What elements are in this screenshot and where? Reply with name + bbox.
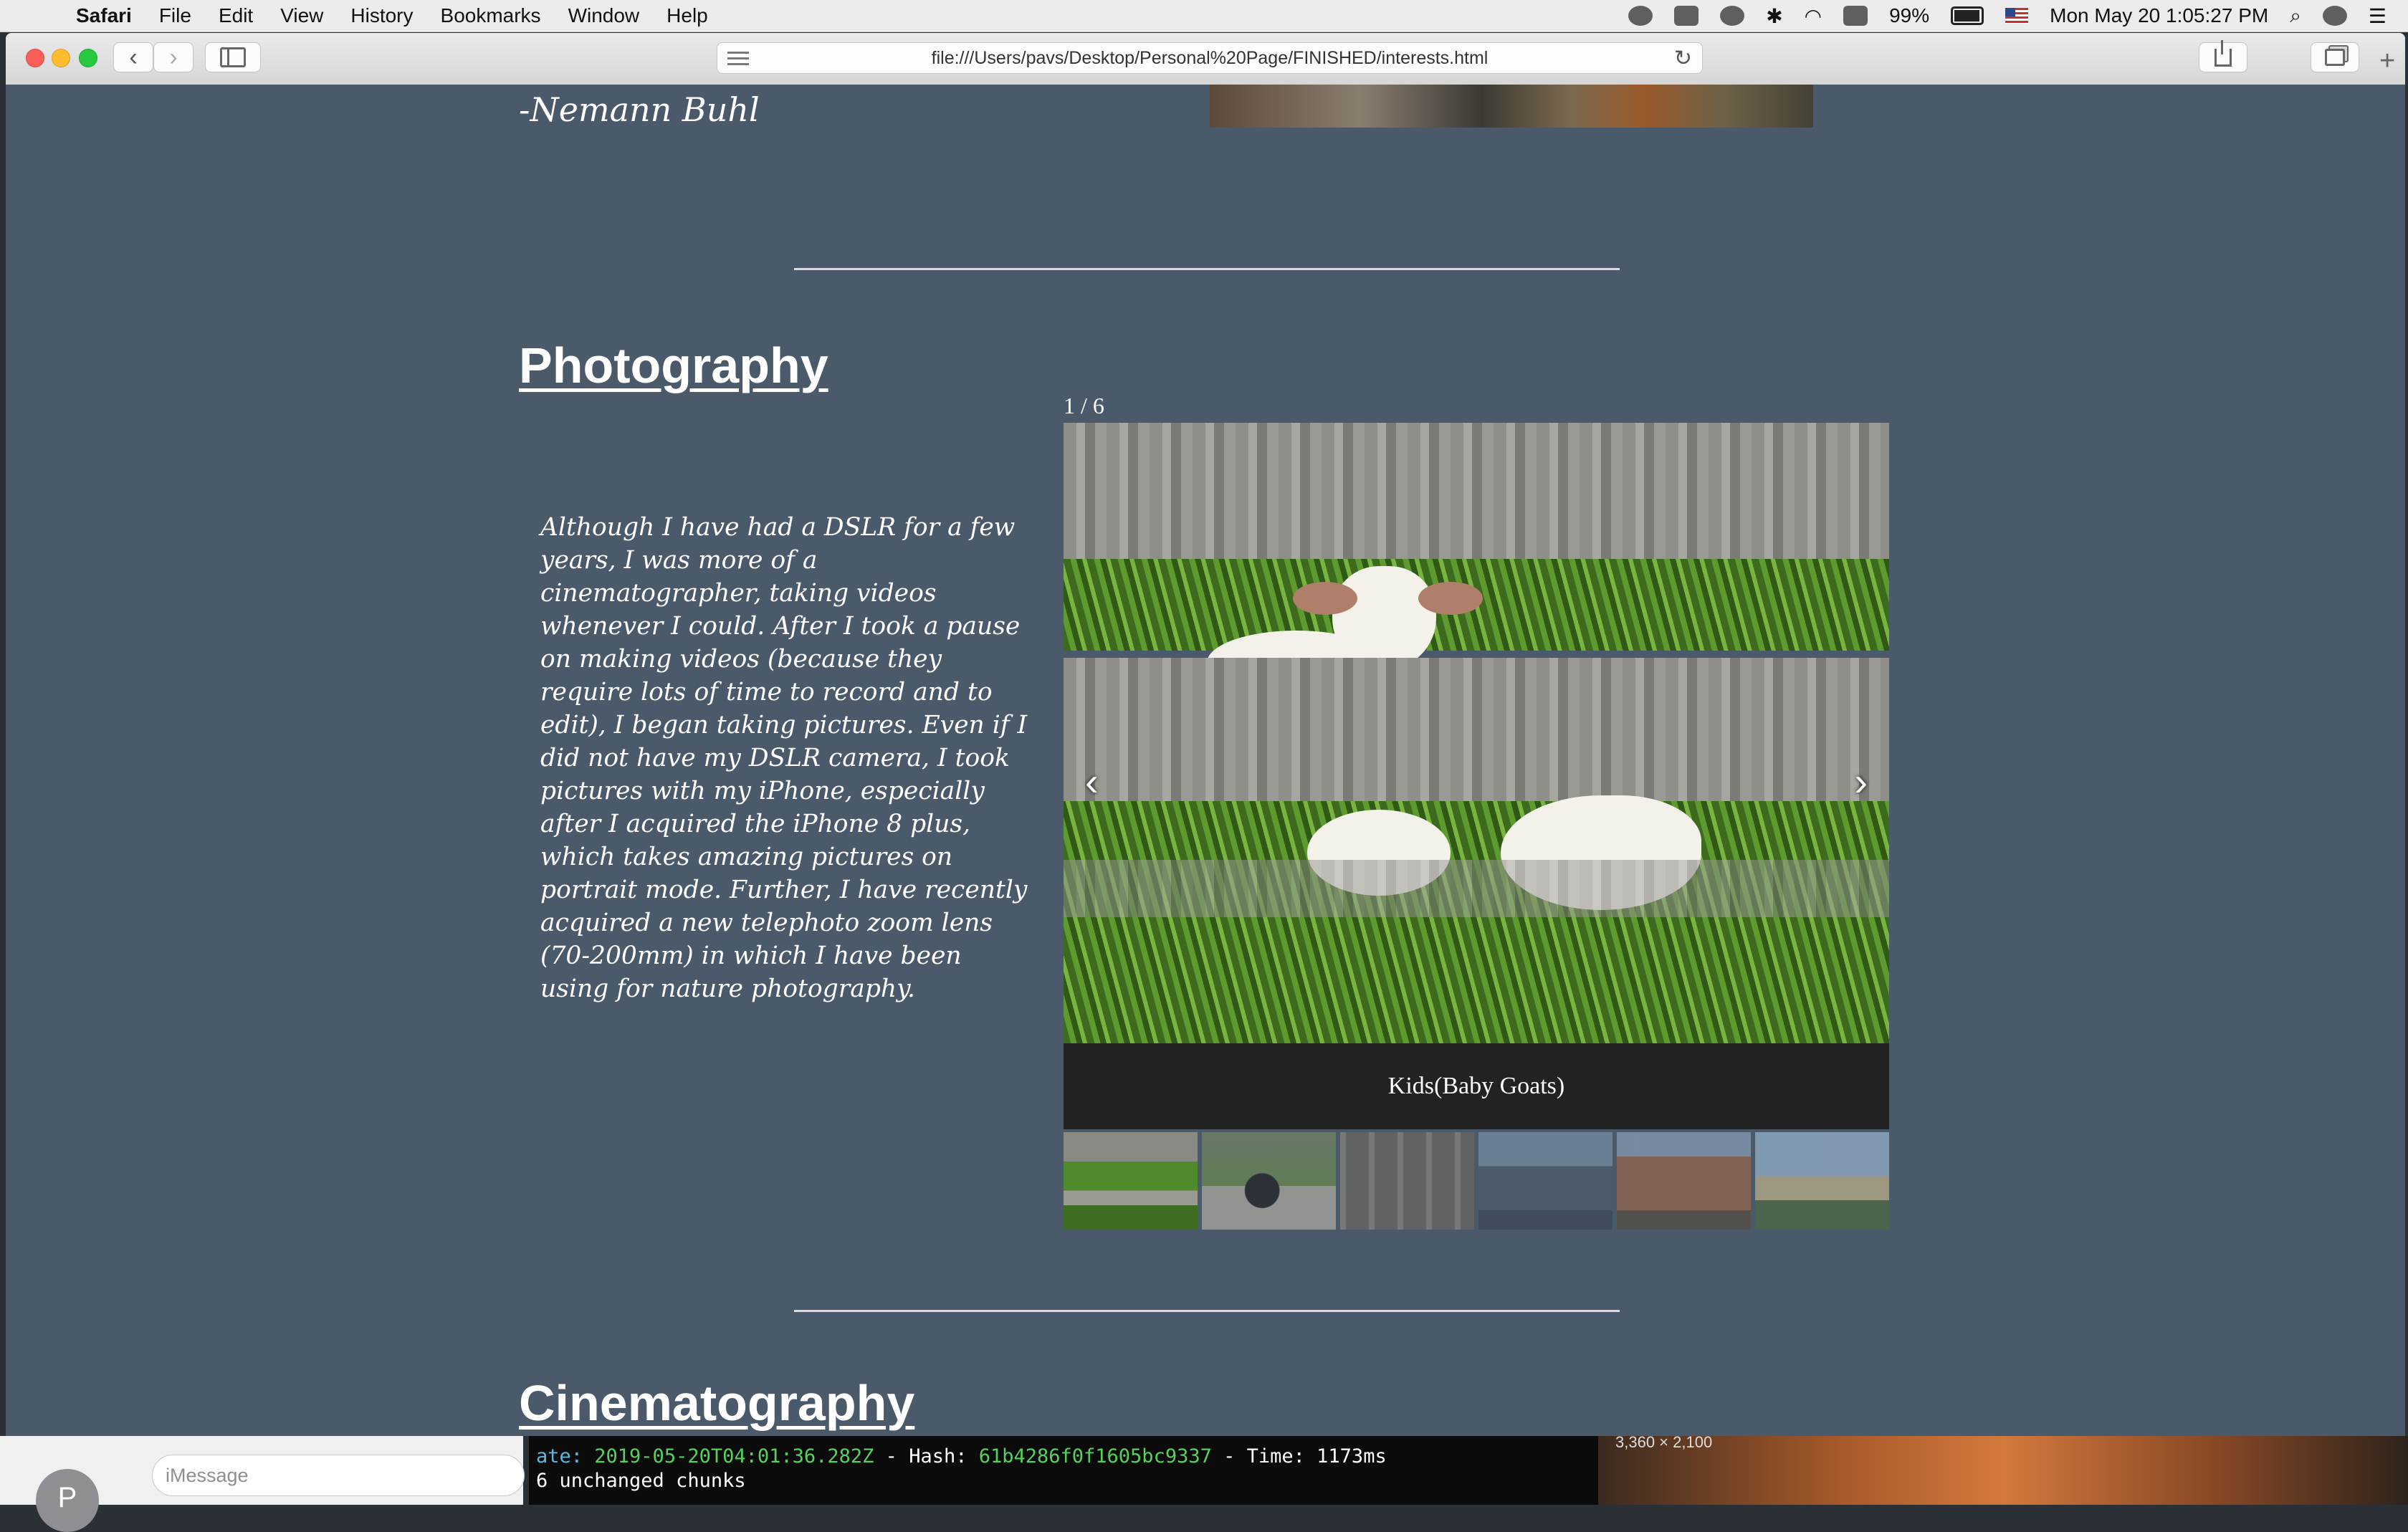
status-tray: ✱ ◠ 99% Mon May 20 1:05:27 PM ⌕ ☰ (1628, 0, 2386, 32)
imessage-placeholder: iMessage (166, 1464, 249, 1486)
terminal-hash-label: - Hash: (874, 1445, 979, 1468)
thumbnail-strip (1064, 1132, 1889, 1230)
menu-help[interactable]: Help (666, 4, 708, 27)
menu-edit[interactable]: Edit (219, 4, 253, 27)
landscape-photo (1210, 85, 1813, 128)
terminal-line-2: 6 unchanged chunks (536, 1470, 746, 1492)
slideshow-image: ‹ › (1064, 423, 1889, 1043)
forward-button[interactable]: › (153, 42, 194, 72)
slide-caption: Kids(Baby Goats) (1064, 1043, 1889, 1129)
tabs-overview-icon (2325, 49, 2345, 66)
goat-ear (1293, 582, 1357, 615)
battery-icon[interactable] (1951, 6, 1984, 25)
terminal-date-value: 2019-05-20T04:01:36.282Z (594, 1445, 874, 1468)
menu-bar: Safari File Edit View History Bookmarks … (0, 0, 2408, 32)
thumbnail-goat-fence[interactable] (1340, 1132, 1474, 1230)
section-divider (794, 1310, 1620, 1312)
share-button[interactable] (2199, 39, 2247, 72)
safari-window: ‹ › file:///Users/pavs/Desktop/Personal%… (6, 33, 2405, 1436)
wifi-icon[interactable]: ◠ (1805, 4, 1822, 28)
menu-bookmarks[interactable]: Bookmarks (441, 4, 541, 27)
terminal-window: ate: 2019-05-20T04:01:36.282Z - Hash: 61… (529, 1436, 1598, 1505)
menu-window[interactable]: Window (568, 4, 640, 27)
thumbnail-building[interactable] (1617, 1132, 1751, 1230)
goat-head (1332, 566, 1436, 670)
avatar[interactable]: P (36, 1469, 99, 1532)
chevron-right-icon: › (169, 43, 178, 71)
quote-author: -Nemann Buhl (519, 90, 760, 129)
thumbnail-goats[interactable] (1064, 1132, 1198, 1230)
menu-view[interactable]: View (280, 4, 323, 27)
fence-plank (1064, 860, 1889, 917)
input-source-flag-icon[interactable] (2005, 8, 2029, 24)
fence-plank (1064, 423, 1889, 559)
thumbnail-pavilion[interactable] (1755, 1132, 1889, 1230)
chevron-left-icon: ‹ (129, 43, 138, 71)
terminal-hash-value: 61b4286f0f1605bc9337 (978, 1445, 1212, 1468)
section-divider (794, 268, 1620, 270)
terminal-date-label: ate: (536, 1445, 595, 1468)
bluetooth-icon[interactable]: ✱ (1766, 4, 1782, 28)
sidebar-icon (220, 47, 246, 67)
slideshow-next-arrow[interactable]: › (1854, 758, 1868, 805)
desktop-wallpaper (1598, 1436, 2408, 1505)
address-bar[interactable]: file:///Users/pavs/Desktop/Personal%20Pa… (717, 42, 1703, 74)
reload-icon[interactable]: ↻ (1674, 46, 1692, 71)
terminal-time-unit: ms (1363, 1445, 1387, 1468)
thumbnail-city-skyline[interactable] (1478, 1132, 1612, 1230)
back-button[interactable]: ‹ (113, 42, 153, 72)
minimize-window-button[interactable] (52, 49, 70, 67)
photography-heading: Photography (519, 337, 828, 393)
sidebar-toggle-button[interactable] (205, 42, 261, 72)
browser-toolbar: ‹ › file:///Users/pavs/Desktop/Personal%… (6, 33, 2405, 85)
fullscreen-window-button[interactable] (79, 49, 97, 67)
slide-counter: 1 / 6 (1064, 393, 1104, 418)
menu-app-name[interactable]: Safari (76, 4, 132, 27)
reader-view-icon[interactable] (727, 52, 749, 66)
goat-ear (1418, 582, 1483, 615)
imessage-input[interactable]: iMessage (152, 1455, 525, 1496)
slide-caption-text: Kids(Baby Goats) (1387, 1073, 1565, 1099)
spotlight-search-icon[interactable]: ⌕ (2290, 4, 2301, 28)
url-text: file:///Users/pavs/Desktop/Personal%20Pa… (931, 47, 1489, 68)
creative-cloud-icon[interactable] (1628, 6, 1653, 26)
desktop-image-dimensions: 3,360 × 2,100 (1615, 1433, 1713, 1451)
notification-center-icon[interactable]: ☰ (2369, 4, 2386, 28)
cinematography-heading: Cinematography (519, 1375, 915, 1431)
share-icon (2214, 39, 2232, 67)
slideshow-prev-arrow[interactable]: ‹ (1085, 758, 1099, 805)
siri-icon[interactable] (2322, 6, 2347, 26)
menu-history[interactable]: History (350, 4, 413, 27)
fence-plank (1064, 658, 1889, 801)
close-window-button[interactable] (26, 49, 44, 67)
menubar-clock[interactable]: Mon May 20 1:05:27 PM (2050, 4, 2268, 27)
menu-file[interactable]: File (159, 4, 191, 27)
dashboard-icon[interactable] (1674, 6, 1699, 26)
show-tabs-button[interactable] (2311, 42, 2359, 72)
battery-percent: 99% (1889, 4, 1930, 27)
photography-paragraph: Although I have had a DSLR for a few yea… (540, 512, 1028, 1003)
grass-area (1064, 801, 1889, 1043)
terminal-time-label: - Time: (1211, 1445, 1317, 1468)
terminal-time-value: 1173 (1317, 1445, 1364, 1468)
thumbnail-animal[interactable] (1202, 1132, 1336, 1230)
page-content: -Nemann Buhl Photography Although I have… (6, 85, 2405, 1436)
new-tab-button[interactable]: + (2379, 46, 2395, 77)
airplay-icon[interactable] (1843, 6, 1868, 26)
app-status-icon[interactable] (1720, 6, 1745, 26)
